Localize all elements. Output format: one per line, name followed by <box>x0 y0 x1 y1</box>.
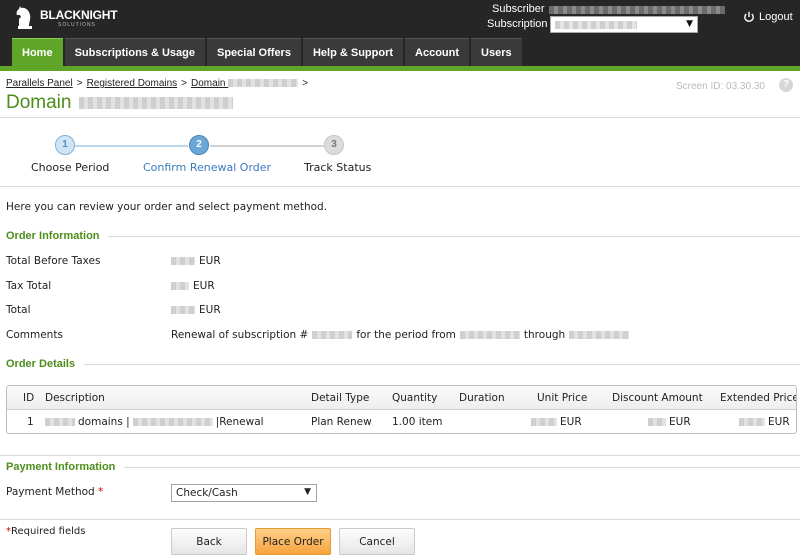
subscriber-value-redacted <box>549 6 725 14</box>
total-label: Total <box>6 304 31 316</box>
date-to-redacted <box>569 331 630 339</box>
subscription-id-redacted <box>312 331 353 339</box>
subscription-value-redacted <box>555 21 637 29</box>
breadcrumb-separator: > <box>76 78 83 89</box>
page-title-text: Domain <box>6 92 72 113</box>
section-rule <box>124 467 800 468</box>
wizard-step-1-marker: 1 <box>55 135 75 155</box>
cell-description: domains | |Renewal <box>45 416 264 428</box>
payment-method-value: Check/Cash <box>176 487 238 499</box>
subscription-label: Subscription <box>487 18 548 30</box>
back-button[interactable]: Back <box>171 528 247 555</box>
required-fields-note: *Required fields <box>6 526 86 537</box>
breadcrumb-registered-domains[interactable]: Registered Domains <box>87 78 178 89</box>
breadcrumb-separator: > <box>181 78 188 89</box>
column-header-extended-price[interactable]: Extended Price <box>720 392 796 404</box>
amount-redacted <box>171 257 195 265</box>
amount-redacted <box>171 282 189 290</box>
breadcrumb-parallels-panel[interactable]: Parallels Panel <box>6 78 73 89</box>
date-from-redacted <box>459 331 520 339</box>
amount-redacted <box>171 306 195 314</box>
tab-account[interactable]: Account <box>405 38 470 66</box>
breadcrumb-separator: > <box>302 78 309 89</box>
help-icon[interactable]: ? <box>779 78 793 92</box>
main-nav: Home Subscriptions & Usage Special Offer… <box>0 38 800 66</box>
wizard-step-2-marker: 2 <box>189 135 209 155</box>
payment-information-heading: Payment Information <box>6 461 116 473</box>
breadcrumb: Parallels Panel > Registered Domains > D… <box>6 78 308 89</box>
breadcrumb-domain[interactable]: Domain <box>191 78 299 89</box>
column-header-duration[interactable]: Duration <box>459 392 505 404</box>
wizard-step-2-label: Confirm Renewal Order <box>143 161 272 174</box>
divider <box>0 455 800 456</box>
required-marker: * <box>98 486 104 498</box>
subscription-select[interactable]: ▼ <box>550 16 698 33</box>
divider <box>0 117 800 118</box>
logo-tagline: SOLUTIONS <box>58 22 96 28</box>
knight-icon <box>16 6 32 29</box>
section-rule <box>108 236 800 237</box>
logout-button[interactable]: Logout <box>743 11 793 23</box>
page-title: Domain <box>6 92 234 114</box>
column-header-quantity[interactable]: Quantity <box>392 392 437 404</box>
place-order-button[interactable]: Place Order <box>255 528 331 555</box>
cell-detail-type: Plan Renew <box>311 416 372 428</box>
divider <box>0 186 800 187</box>
wizard-step-3-label: Track Status <box>304 161 372 174</box>
order-details-heading: Order Details <box>6 358 76 370</box>
cell-unit-price: EUR <box>531 416 582 428</box>
payment-method-select[interactable]: Check/Cash ▼ <box>171 484 317 502</box>
domain-name-redacted <box>228 79 299 88</box>
column-header-id[interactable]: ID <box>23 392 34 404</box>
total-before-taxes-label: Total Before Taxes <box>6 255 101 267</box>
wizard-connector <box>210 145 324 147</box>
comments-label: Comments <box>6 329 63 341</box>
domain-title-redacted <box>79 97 234 109</box>
divider <box>0 519 800 520</box>
column-header-description[interactable]: Description <box>45 392 105 404</box>
top-header: BLACKNIGHT SOLUTIONS Subscriber Subscrip… <box>0 0 800 38</box>
logout-label: Logout <box>759 11 793 23</box>
logo-wordmark: BLACKNIGHT <box>40 8 118 22</box>
description-redacted <box>132 418 213 426</box>
cell-extended-price: EUR <box>739 416 790 428</box>
column-header-discount-amount[interactable]: Discount Amount <box>612 392 703 404</box>
tab-special-offers[interactable]: Special Offers <box>206 38 301 66</box>
wizard-step-3-marker: 3 <box>324 135 344 155</box>
column-header-detail-type[interactable]: Detail Type <box>311 392 369 404</box>
wizard-step-1-label: Choose Period <box>31 161 110 174</box>
tab-help-support[interactable]: Help & Support <box>302 38 404 66</box>
tab-subscriptions-usage[interactable]: Subscriptions & Usage <box>64 38 205 66</box>
tab-users[interactable]: Users <box>471 38 522 66</box>
tax-total-value: EUR <box>171 280 215 292</box>
cell-discount-amount: EUR <box>648 416 691 428</box>
cancel-button[interactable]: Cancel <box>339 528 415 555</box>
blacknight-logo[interactable]: BLACKNIGHT SOLUTIONS <box>14 6 118 32</box>
screen-id: Screen ID: 03.30.30 <box>676 81 765 92</box>
amount-redacted <box>648 418 666 426</box>
order-details-table: ID Description Detail Type Quantity Dura… <box>6 385 797 434</box>
order-information-heading: Order Information <box>6 230 100 242</box>
section-rule <box>84 364 800 365</box>
amount-redacted <box>739 418 765 426</box>
comments-value: Renewal of subscription # for the period… <box>171 329 630 341</box>
nav-accent-bar <box>0 66 800 71</box>
column-header-unit-price[interactable]: Unit Price <box>537 392 587 404</box>
subscriber-label: Subscriber <box>492 3 545 15</box>
chevron-down-icon: ▼ <box>686 19 693 29</box>
amount-redacted <box>531 418 557 426</box>
total-before-taxes-value: EUR <box>171 255 221 267</box>
cell-id: 1 <box>27 416 34 428</box>
wizard-connector <box>72 145 188 147</box>
payment-method-label: Payment Method * <box>6 486 104 498</box>
chevron-down-icon: ▼ <box>304 487 311 497</box>
description-redacted <box>45 418 75 426</box>
intro-text: Here you can review your order and selec… <box>6 201 328 213</box>
cell-quantity: 1.00 item <box>392 416 443 428</box>
total-value: EUR <box>171 304 221 316</box>
power-icon <box>744 11 754 23</box>
tax-total-label: Tax Total <box>6 280 52 292</box>
tab-home[interactable]: Home <box>12 38 63 66</box>
